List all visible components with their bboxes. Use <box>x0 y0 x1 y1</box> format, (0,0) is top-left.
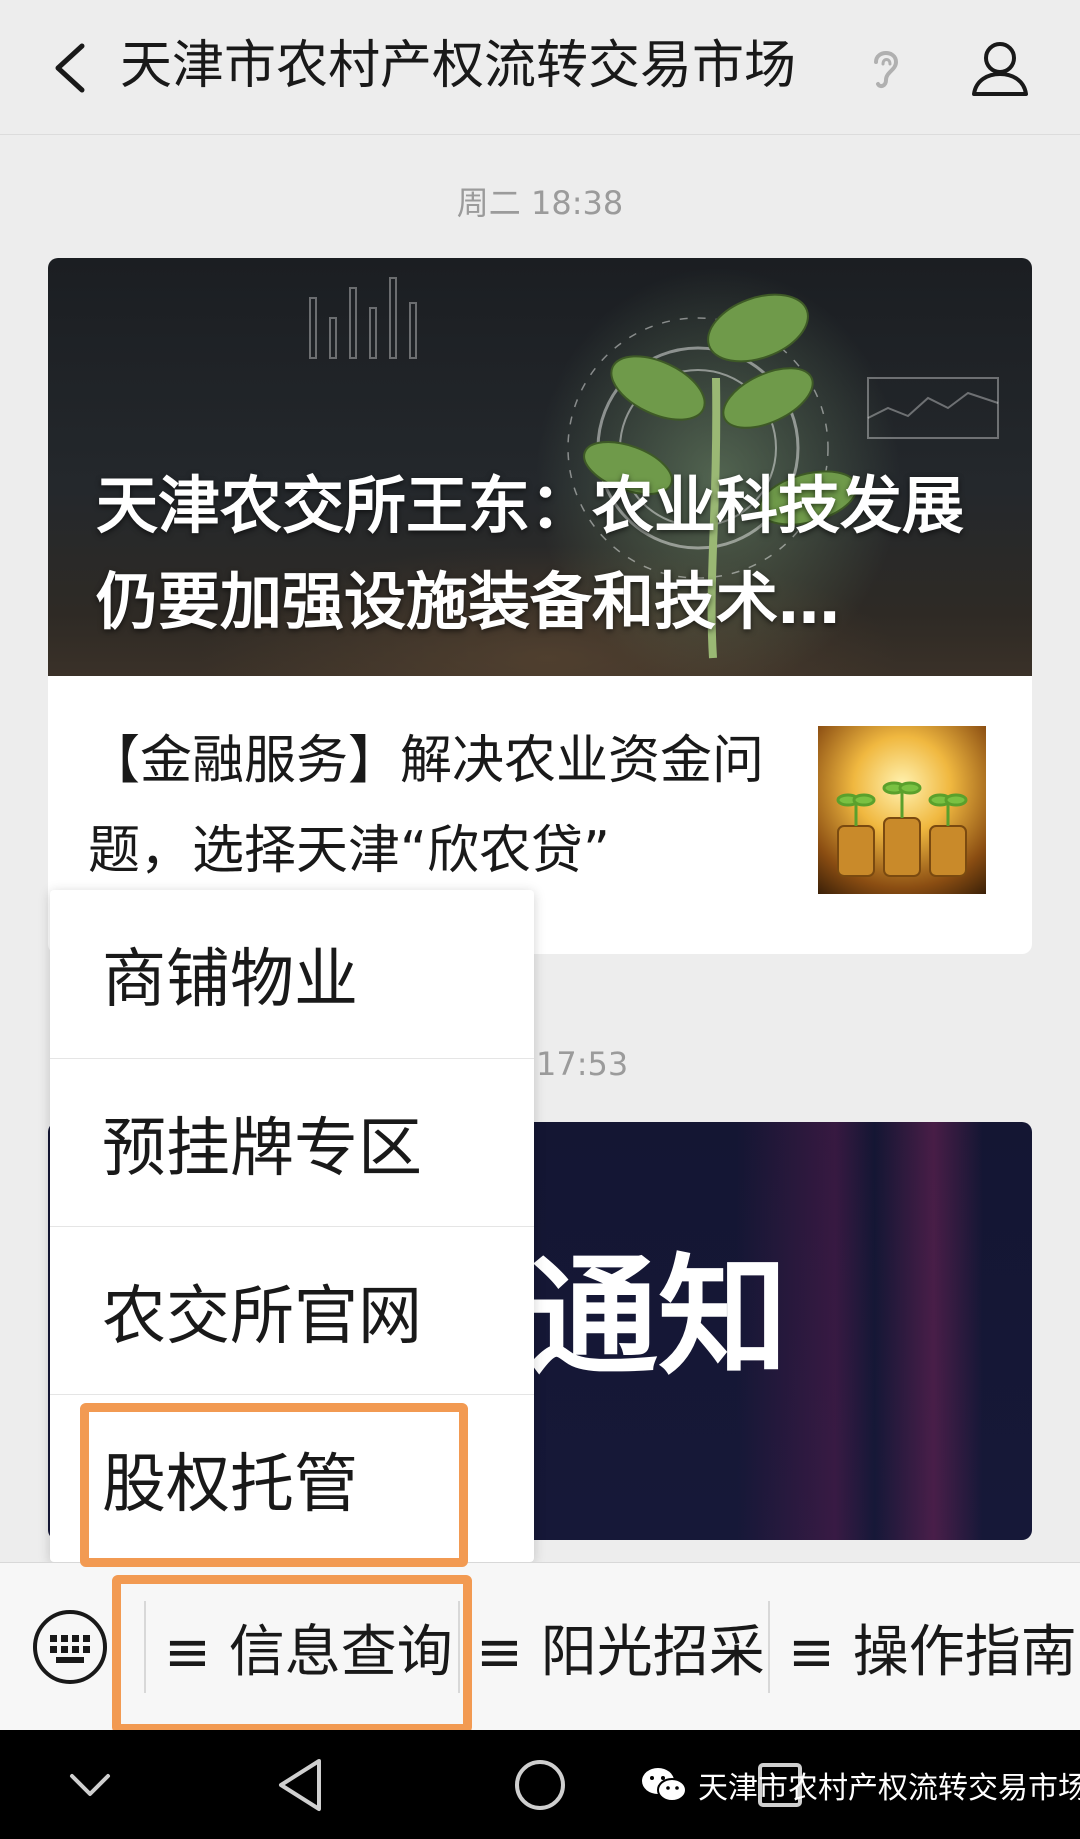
wechat-watermark: 天津市农村产权流转交易市场 <box>640 1750 1080 1820</box>
article-card[interactable]: 天津农交所王东：农业科技发展仍要加强设施装备和技术… 【金融服务】解决农业资金问… <box>48 258 1032 954</box>
highlight-box-equity-custody <box>80 1403 468 1567</box>
chevron-left-icon <box>55 43 85 93</box>
system-nav-bar: 天津市农村产权流转交易市场 <box>0 1730 1080 1839</box>
highlight-box-info-query <box>112 1575 472 1733</box>
menu-operation-guide[interactable]: ≡ 操作指南 <box>788 1563 1077 1731</box>
chevron-down-icon <box>70 1774 110 1796</box>
user-icon <box>972 42 1028 96</box>
back-button[interactable] <box>30 28 110 108</box>
menu-sunshine-procurement[interactable]: ≡ 阳光招采 <box>476 1563 765 1731</box>
profile-button[interactable] <box>960 28 1040 108</box>
article-title: 天津农交所王东：农业科技发展仍要加强设施装备和技术… <box>96 469 965 638</box>
nav-home-button[interactable] <box>505 1750 575 1820</box>
sub-article-thumbnail <box>818 726 986 894</box>
wechat-logo-icon <box>642 1768 687 1802</box>
article-cover-text: 通知 <box>528 1240 789 1393</box>
article-cover-image[interactable]: 天津农交所王东：农业科技发展仍要加强设施装备和技术… <box>48 258 1032 676</box>
menu-divider <box>768 1601 770 1693</box>
watermark-text: 天津市农村产权流转交易市场 <box>698 1771 1080 1806</box>
keyboard-icon <box>33 1610 107 1684</box>
triangle-back-icon <box>279 1759 321 1811</box>
page-title: 天津市农村产权流转交易市场 <box>120 36 797 96</box>
submenu-item-official-site[interactable]: 农交所官网 <box>50 1226 534 1394</box>
nav-collapse-button[interactable] <box>55 1750 125 1820</box>
submenu-item-pre-listing[interactable]: 预挂牌专区 <box>50 1058 534 1226</box>
submenu-item-shop-property[interactable]: 商铺物业 <box>50 890 534 1058</box>
circle-home-icon <box>515 1760 565 1810</box>
sub-article-title: 【金融服务】解决农业资金问题，选择天津“欣农贷” <box>88 731 765 881</box>
message-timestamp: 17:53 <box>536 1045 629 1083</box>
ear-icon <box>874 51 899 89</box>
message-timestamp: 周二 18:38 <box>456 184 624 222</box>
keyboard-toggle-button[interactable] <box>30 1607 110 1687</box>
nav-back-button[interactable] <box>265 1750 335 1820</box>
chat-header: 天津市农村产权流转交易市场 <box>0 0 1080 135</box>
